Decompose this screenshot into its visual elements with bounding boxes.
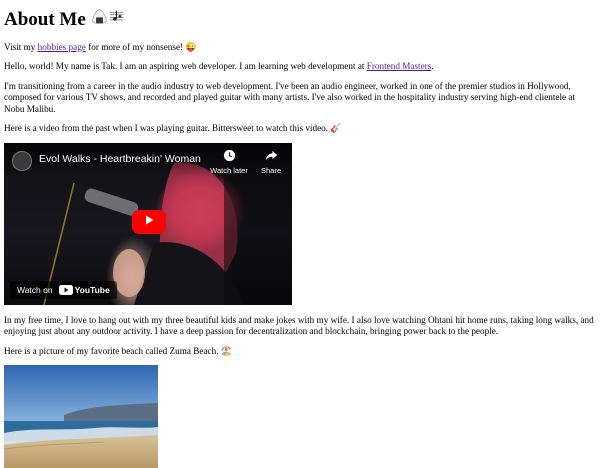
- hello-paragraph: Hello, world! My name is Tak. I am an as…: [4, 61, 596, 73]
- intro-suffix: for more of my nonsense!: [88, 41, 184, 52]
- share-button[interactable]: Share: [250, 149, 292, 176]
- channel-avatar[interactable]: [12, 150, 32, 171]
- youtube-wordmark: YouTube: [74, 284, 110, 295]
- intro-paragraph: Visit my hobbies page for more of my non…: [4, 42, 596, 54]
- beach-intro-text: Here is a picture of my favorite beach c…: [4, 345, 219, 356]
- watch-on-label: Watch on: [17, 284, 53, 295]
- hello-end: .: [431, 61, 434, 72]
- page-content: About Me Visit my hobbies page for more …: [0, 8, 600, 468]
- title-emoji-group: [91, 8, 125, 31]
- share-arrow-icon: [250, 149, 292, 164]
- clock-icon: [208, 149, 250, 164]
- play-button[interactable]: [132, 209, 166, 234]
- hobbies-page-link[interactable]: hobbies page: [38, 42, 86, 52]
- onigiri-icon: [91, 8, 108, 31]
- frontend-masters-link[interactable]: Frontend Masters: [367, 61, 432, 71]
- zuma-beach-image: [4, 365, 158, 468]
- winking-tongue-emoji: 😜: [185, 41, 197, 52]
- watch-later-button[interactable]: Watch later: [208, 149, 250, 176]
- video-intro-text: Here is a video from the past when I was…: [4, 123, 329, 134]
- guitar-emoji: 🎸: [330, 123, 342, 134]
- beach-intro-paragraph: Here is a picture of my favorite beach c…: [4, 346, 596, 358]
- youtube-video-embed[interactable]: Evol Walks - Heartbreakin' Woman Watch l…: [4, 142, 292, 305]
- share-label: Share: [260, 166, 281, 176]
- video-intro-paragraph: Here is a video from the past when I was…: [4, 123, 596, 135]
- page-title: About Me: [4, 8, 596, 31]
- hello-text: Hello, world! My name is Tak. I am an as…: [4, 61, 365, 72]
- watch-later-label: Watch later: [210, 166, 248, 176]
- music-score-icon: [108, 8, 125, 31]
- youtube-play-icon: [58, 284, 73, 295]
- career-paragraph: I'm transitioning from a career in the a…: [4, 80, 576, 114]
- video-title[interactable]: Evol Walks - Heartbreakin' Woman: [39, 153, 201, 166]
- youtube-logo: YouTube: [58, 284, 110, 296]
- play-icon: [143, 214, 155, 230]
- beach-umbrella-emoji: 🏖️: [220, 345, 233, 356]
- intro-prefix: Visit my: [4, 41, 36, 52]
- page-title-text: About Me: [4, 8, 86, 30]
- free-time-paragraph: In my free time, I love to hang out with…: [4, 314, 594, 337]
- watch-on-youtube-button[interactable]: Watch on YouTube: [10, 280, 117, 299]
- beach-photo: [4, 365, 158, 468]
